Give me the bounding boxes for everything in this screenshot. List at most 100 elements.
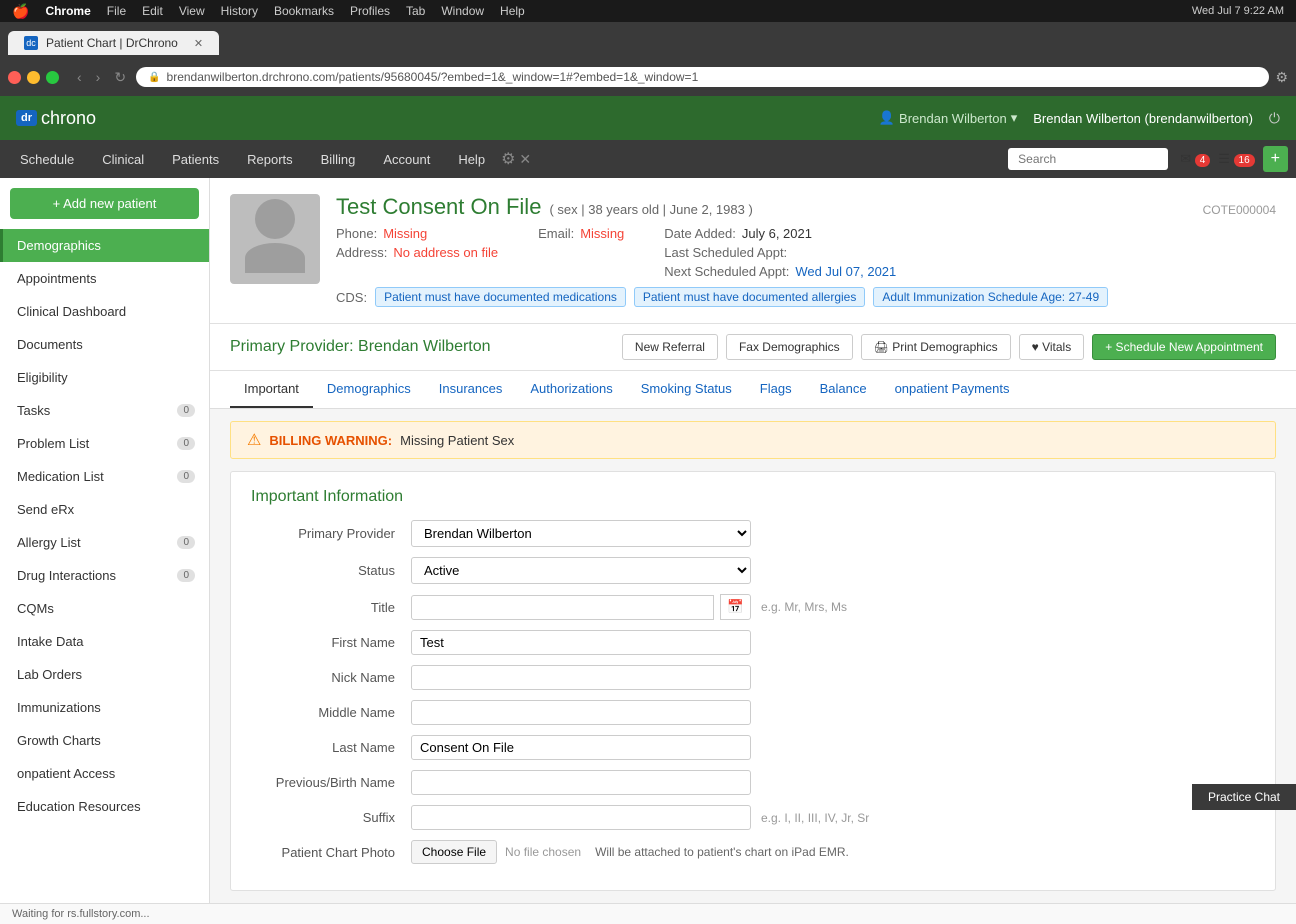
tab-onpatient-payments[interactable]: onpatient Payments <box>881 371 1024 408</box>
cds-row: CDS: Patient must have documented medica… <box>336 287 1276 307</box>
power-icon[interactable]: ⏻ <box>1269 110 1280 127</box>
address-bar[interactable]: 🔒 brendanwilberton.drchrono.com/patients… <box>136 67 1269 87</box>
middle-name-control <box>411 700 751 725</box>
sidebar-label-allergy-list: Allergy List <box>17 535 81 550</box>
search-input[interactable] <box>1008 148 1168 170</box>
edit-menu[interactable]: Edit <box>142 4 163 18</box>
sidebar-item-tasks[interactable]: Tasks 0 <box>0 394 209 427</box>
sidebar-item-demographics[interactable]: Demographics <box>0 229 209 262</box>
fax-demographics-button[interactable]: Fax Demographics <box>726 334 853 360</box>
status-select[interactable]: Active Inactive <box>411 557 751 584</box>
new-referral-button[interactable]: New Referral <box>622 334 718 360</box>
nav-close-icon[interactable]: ✕ <box>519 151 531 168</box>
nav-reports[interactable]: Reports <box>235 144 305 175</box>
primary-provider-select[interactable]: Brendan Wilberton <box>411 520 751 547</box>
practice-chat-button[interactable]: Practice Chat <box>1192 784 1296 810</box>
close-window-button[interactable] <box>8 71 21 84</box>
tab-authorizations[interactable]: Authorizations <box>516 371 626 408</box>
help-menu[interactable]: Help <box>500 4 525 18</box>
sidebar-item-lab-orders[interactable]: Lab Orders <box>0 658 209 691</box>
nav-account[interactable]: Account <box>371 144 442 175</box>
apple-menu[interactable]: 🍎 <box>12 3 29 20</box>
fullscreen-window-button[interactable] <box>46 71 59 84</box>
provider-name: Primary Provider: Brendan Wilberton <box>230 338 491 356</box>
title-calendar-button[interactable]: 📅 <box>720 594 751 620</box>
logo-area: dr chrono <box>16 108 96 129</box>
tasks-badge: 0 <box>177 404 195 417</box>
history-menu[interactable]: History <box>221 4 258 18</box>
nav-help[interactable]: Help <box>446 144 497 175</box>
first-name-input[interactable] <box>411 630 751 655</box>
sidebar-item-allergy-list[interactable]: Allergy List 0 <box>0 526 209 559</box>
primary-provider-row: Primary Provider Brendan Wilberton <box>251 520 1255 547</box>
cds-badge-immunization[interactable]: Adult Immunization Schedule Age: 27-49 <box>873 287 1108 307</box>
nav-billing[interactable]: Billing <box>309 144 368 175</box>
nick-name-row: Nick Name <box>251 665 1255 690</box>
sidebar-item-immunizations[interactable]: Immunizations <box>0 691 209 724</box>
extensions-icon[interactable]: ⚙ <box>1275 69 1288 86</box>
patient-details: Phone: Missing Address: No address on fi… <box>336 226 1276 279</box>
sidebar-item-medication-list[interactable]: Medication List 0 <box>0 460 209 493</box>
cds-badge-medications[interactable]: Patient must have documented medications <box>375 287 626 307</box>
minimize-window-button[interactable] <box>27 71 40 84</box>
sidebar-label-lab-orders: Lab Orders <box>17 667 82 682</box>
tab-insurances[interactable]: Insurances <box>425 371 517 408</box>
chrome-menu[interactable]: Chrome <box>45 4 90 18</box>
mail-icon[interactable]: ✉ 4 <box>1180 151 1210 167</box>
nav-patients[interactable]: Patients <box>160 144 231 175</box>
cds-badge-allergies[interactable]: Patient must have documented allergies <box>634 287 865 307</box>
sidebar-item-intake-data[interactable]: Intake Data <box>0 625 209 658</box>
add-new-patient-button[interactable]: + Add new patient <box>10 188 199 219</box>
sidebar-label-eligibility: Eligibility <box>17 370 68 385</box>
tab-flags[interactable]: Flags <box>746 371 806 408</box>
last-name-input[interactable] <box>411 735 751 760</box>
choose-file-button[interactable]: Choose File <box>411 840 497 864</box>
sidebar-item-problem-list[interactable]: Problem List 0 <box>0 427 209 460</box>
prev-birth-name-input[interactable] <box>411 770 751 795</box>
view-menu[interactable]: View <box>179 4 205 18</box>
nav-clinical[interactable]: Clinical <box>90 144 156 175</box>
window-menu[interactable]: Window <box>441 4 484 18</box>
suffix-input[interactable] <box>411 805 751 830</box>
sidebar-item-education-resources[interactable]: Education Resources <box>0 790 209 823</box>
settings-icon[interactable]: ⚙ <box>501 149 515 169</box>
schedule-new-appointment-button[interactable]: + Schedule New Appointment <box>1092 334 1276 360</box>
back-button[interactable]: ‹ <box>73 67 86 87</box>
nav-icons: ✉ 4 ☰ 16 + <box>1180 146 1288 172</box>
tab-important[interactable]: Important <box>230 371 313 408</box>
sidebar-item-drug-interactions[interactable]: Drug Interactions 0 <box>0 559 209 592</box>
tab-favicon: dc <box>24 36 38 50</box>
warning-text: Missing Patient Sex <box>400 433 514 448</box>
nav-add-button[interactable]: + <box>1263 146 1288 172</box>
sidebar-item-growth-charts[interactable]: Growth Charts <box>0 724 209 757</box>
header-user1[interactable]: 👤 Brendan Wilberton ▾ <box>879 110 1017 126</box>
title-input[interactable] <box>411 595 714 620</box>
sidebar-item-send-erx[interactable]: Send eRx <box>0 493 209 526</box>
reload-button[interactable]: ↻ <box>110 67 130 88</box>
nick-name-input[interactable] <box>411 665 751 690</box>
forward-button[interactable]: › <box>92 67 105 87</box>
bookmarks-menu[interactable]: Bookmarks <box>274 4 334 18</box>
sidebar-item-eligibility[interactable]: Eligibility <box>0 361 209 394</box>
middle-name-input[interactable] <box>411 700 751 725</box>
file-menu[interactable]: File <box>107 4 126 18</box>
next-appt-row: Next Scheduled Appt: Wed Jul 07, 2021 <box>664 264 896 279</box>
sidebar-item-onpatient-access[interactable]: onpatient Access <box>0 757 209 790</box>
profiles-menu[interactable]: Profiles <box>350 4 390 18</box>
sidebar-item-cqms[interactable]: CQMs <box>0 592 209 625</box>
sidebar-label-documents: Documents <box>17 337 83 352</box>
sidebar-item-appointments[interactable]: Appointments <box>0 262 209 295</box>
browser-tab[interactable]: dc Patient Chart | DrChrono ✕ <box>8 31 219 55</box>
print-demographics-button[interactable]: 🖨 Print Demographics <box>861 334 1011 360</box>
sidebar-item-clinical-dashboard[interactable]: Clinical Dashboard <box>0 295 209 328</box>
sidebar-item-documents[interactable]: Documents <box>0 328 209 361</box>
tab-menu[interactable]: Tab <box>406 4 425 18</box>
tab-balance[interactable]: Balance <box>806 371 881 408</box>
date-added-row: Date Added: July 6, 2021 <box>664 226 896 241</box>
nav-schedule[interactable]: Schedule <box>8 144 86 175</box>
tab-close-button[interactable]: ✕ <box>194 37 203 50</box>
tab-demographics[interactable]: Demographics <box>313 371 425 408</box>
tab-smoking-status[interactable]: Smoking Status <box>627 371 746 408</box>
vitals-button[interactable]: ♥ Vitals <box>1019 334 1085 360</box>
notification-icon[interactable]: ☰ 16 <box>1218 151 1254 167</box>
